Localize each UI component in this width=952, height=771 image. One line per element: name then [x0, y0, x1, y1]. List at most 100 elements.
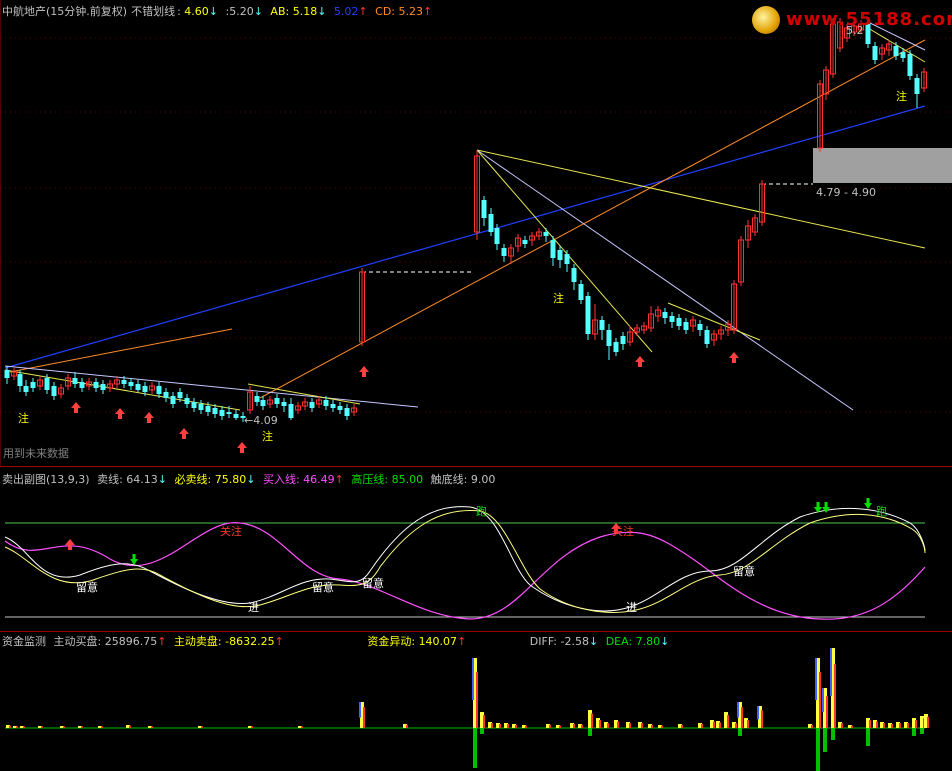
fund-monitor-panel[interactable]: 资金监测 主动买盘: 25896.75↑ 主动卖盘: -8632.25↑ 资金异…	[0, 632, 952, 771]
candle-body	[163, 392, 169, 398]
candle-body	[676, 318, 682, 326]
candle-body	[205, 406, 211, 412]
price-chart[interactable]	[0, 0, 952, 466]
range-box	[813, 148, 952, 183]
fund-abnormal-value: 资金异动: 140.07↑	[367, 635, 467, 648]
sell-indicator-panel[interactable]: 卖出副图(13,9,3) 卖线: 64.13↓ 必卖线: 75.80↓ 买入线:…	[0, 467, 952, 631]
active-sell-value: 主动卖盘: -8632.25↑	[173, 635, 284, 648]
fund-bar-blue	[757, 706, 759, 720]
bottom-line-value: 触底线: 9.00	[430, 473, 496, 486]
price-panel[interactable]: 中航地产(15分钟.前复权) 不错划线: 4.60↓ :5.20↓ AB: 5.1…	[0, 0, 952, 466]
candle-body	[281, 402, 287, 406]
candle-body	[135, 384, 141, 390]
cd-value: CD: 5.23↑	[375, 5, 433, 18]
buy-arrow-icon	[237, 442, 247, 453]
sub-title: 卖出副图(13,9,3)	[2, 473, 90, 486]
fund-bar-red	[129, 725, 131, 728]
candle-body	[344, 408, 350, 416]
fund-bar-red	[883, 723, 885, 728]
candle-body	[274, 398, 280, 404]
candle-body	[494, 228, 500, 244]
sell-line	[4, 506, 926, 612]
candle-body	[488, 214, 494, 232]
white-trend-line	[476, 149, 854, 411]
fund-bar-red	[617, 721, 619, 728]
candle-body	[219, 410, 225, 416]
watch-label: 留意	[76, 581, 98, 594]
candle-body	[669, 316, 675, 322]
zhu-label: 注	[18, 412, 29, 425]
fund-bar-red	[899, 723, 901, 728]
fund-title: 资金监测	[2, 635, 46, 648]
fund-bar-red	[81, 726, 83, 728]
candle-body	[72, 378, 78, 384]
fund-monitor-chart[interactable]	[0, 632, 952, 771]
fund-bar-red	[573, 724, 575, 728]
buy-arrow-icon	[115, 408, 125, 419]
fund-bar-red	[507, 724, 509, 728]
fund-bar-red	[41, 726, 43, 728]
fund-bar-negative	[480, 728, 484, 734]
candle-body	[44, 378, 50, 390]
value-1: : 4.60↓	[177, 5, 218, 18]
fund-bar-red	[741, 707, 743, 728]
candle-body	[564, 254, 570, 264]
candle-body	[704, 330, 710, 344]
candle-body	[17, 374, 23, 386]
buy-arrow-icon	[729, 352, 739, 363]
candle-body	[557, 250, 563, 260]
fund-bar-red	[16, 726, 18, 728]
fund-bar-blue	[472, 658, 474, 700]
candle-body	[501, 248, 507, 256]
fund-bar-blue	[359, 702, 361, 718]
candle-body	[100, 384, 106, 390]
fund-bar-red	[301, 726, 303, 728]
fund-bar-blue	[830, 648, 832, 696]
fund-bar-red	[907, 723, 909, 728]
candle-body	[30, 382, 36, 388]
candle-body	[337, 406, 343, 410]
fund-bar-red	[101, 726, 103, 728]
fund-bar-red	[915, 720, 917, 728]
candle-body	[323, 400, 329, 406]
fund-bar-red	[735, 723, 737, 728]
candle-body	[571, 268, 577, 282]
indicator-name: 不错划线	[131, 5, 176, 18]
high-pressure-value: 高压线: 85.00	[351, 473, 424, 486]
candle-body	[4, 370, 10, 378]
price-header: 中航地产(15分钟.前复权) 不错划线: 4.60↓ :5.20↓ AB: 5.1…	[2, 3, 436, 19]
watch-label: 留意	[733, 565, 755, 578]
fund-bar-red	[661, 725, 663, 728]
candle-body	[170, 396, 176, 404]
fund-bar-red	[23, 726, 25, 728]
candle-body	[51, 386, 57, 396]
fund-bar-red	[851, 725, 853, 728]
fund-bar-red	[599, 720, 601, 728]
fund-bar-red	[406, 724, 408, 728]
fund-bar-red	[591, 713, 593, 728]
candle-body	[578, 284, 584, 300]
fund-bar-blue	[737, 702, 739, 718]
candle-body	[212, 408, 218, 414]
candle-body	[683, 322, 689, 330]
run-arrow-icon	[822, 502, 830, 513]
candle-body	[177, 392, 183, 398]
footnote: 用到未来数据	[3, 447, 69, 460]
stock-title: 中航地产(15分钟.前复权)	[2, 5, 128, 18]
enter-label: 进	[626, 601, 637, 614]
fund-bar-negative	[473, 728, 477, 768]
fund-bar-red	[869, 720, 871, 728]
zhu-label: 注	[553, 292, 564, 305]
fund-bar-red	[581, 724, 583, 728]
fund-bar-red	[719, 722, 721, 728]
run-label: 跑	[476, 505, 487, 518]
candle-body	[914, 78, 920, 94]
fund-bar-red	[681, 724, 683, 728]
candle-body	[121, 380, 127, 384]
attention-label: 关注	[220, 525, 242, 538]
candle-body	[662, 312, 668, 318]
candle-body	[142, 386, 148, 392]
fund-bar-red	[151, 726, 153, 728]
sell-line-value: 卖线: 64.13↓	[97, 473, 168, 486]
sell-indicator-chart[interactable]	[0, 467, 952, 631]
